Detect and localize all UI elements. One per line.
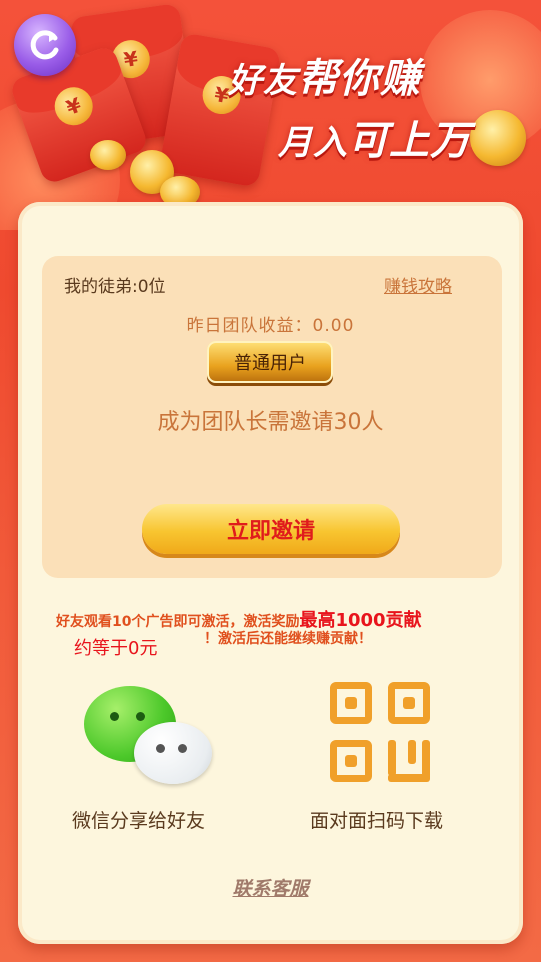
slogan-line1-b: 帮你赚 (298, 56, 421, 102)
wechat-share-label[interactable]: 微信分享给好友 (72, 806, 205, 833)
customer-service: 联系客服 (0, 874, 541, 901)
slogan-line2-a: 月入 (278, 123, 348, 163)
invite-button[interactable]: 立即邀请 (142, 504, 400, 554)
slogan-line2-b: 可上万 (348, 118, 471, 164)
back-refresh-icon (30, 30, 59, 60)
slogan-line1-a: 好友 (228, 61, 298, 101)
continue-earning-text: ！激活后还能继续赚贡献！ (204, 631, 372, 647)
gold-coin (90, 140, 126, 170)
hero-banner: ¥ ¥ ¥ 好友帮你赚 月入可上万 (0, 0, 541, 230)
wechat-share-button[interactable] (84, 686, 214, 786)
slogan: 好友帮你赚 月入可上万 (228, 46, 471, 166)
team-leader-requirement: 成为团队长需邀请30人 (157, 410, 384, 435)
wechat-bubble (134, 722, 212, 784)
apprentice-count: 我的徒弟:0位 (64, 277, 166, 297)
qr-scan-label[interactable]: 面对面扫码下载 (310, 806, 443, 833)
back-button[interactable] (14, 14, 76, 76)
yesterday-team-income: 昨日团队收益：0.00 (186, 316, 355, 336)
qr-code-button[interactable] (330, 682, 434, 784)
gold-coin (470, 110, 526, 166)
customer-service-link[interactable]: 联系客服 (232, 878, 308, 900)
reward-value-text: 约等于0元 (74, 638, 158, 659)
earning-guide-link[interactable]: 赚钱攻略 (384, 272, 452, 297)
user-level-badge: 普通用户 (207, 341, 333, 383)
